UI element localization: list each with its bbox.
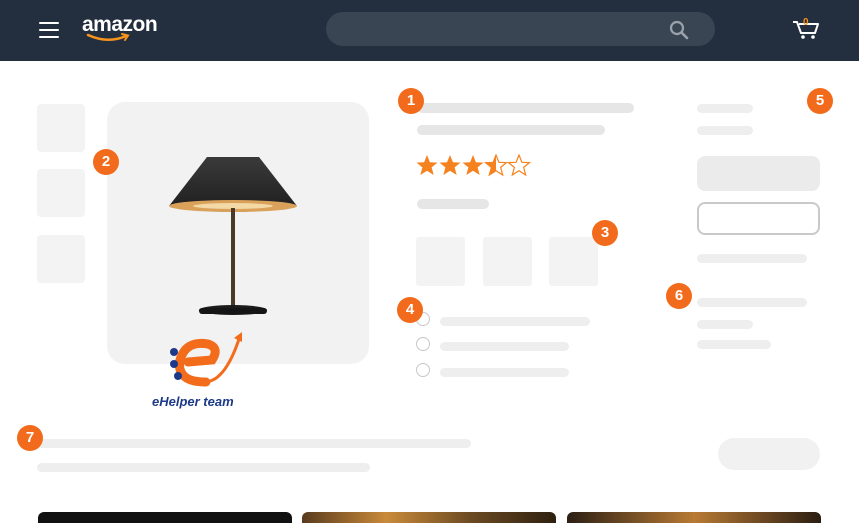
product-image[interactable] — [107, 102, 369, 364]
amazon-smile-icon — [86, 33, 130, 41]
option-radio-3[interactable] — [416, 363, 430, 377]
seller-line-3 — [697, 340, 771, 349]
buybox-line-2 — [697, 126, 753, 135]
menu-icon[interactable] — [39, 22, 59, 38]
price-line — [417, 199, 489, 209]
related-card-1[interactable] — [38, 512, 292, 523]
description-line-1 — [37, 439, 471, 448]
buy-now-button[interactable] — [697, 202, 820, 235]
star-icon-1 — [416, 155, 438, 175]
star-icon-2 — [439, 155, 461, 175]
see-more-button[interactable] — [718, 438, 820, 470]
option-label-1 — [440, 317, 590, 326]
related-card-3[interactable] — [567, 512, 821, 523]
add-to-cart-button[interactable] — [697, 156, 820, 191]
callout-badge-5: 5 — [807, 88, 833, 114]
callout-badge-7: 7 — [17, 425, 43, 451]
title-line-2 — [417, 125, 605, 135]
thumbnail-3[interactable] — [37, 235, 85, 283]
watermark-text: eHelper team — [152, 394, 234, 409]
ehelper-logo — [170, 332, 242, 387]
thumbnail-2[interactable] — [37, 169, 85, 217]
variant-swatch-3[interactable] — [549, 237, 598, 286]
star-icon-3 — [462, 155, 484, 175]
variant-swatch-2[interactable] — [483, 237, 532, 286]
description-line-2 — [37, 463, 370, 472]
seller-line-2 — [697, 320, 753, 329]
callout-badge-1: 1 — [398, 88, 424, 114]
variant-swatch-1[interactable] — [416, 237, 465, 286]
related-card-2[interactable] — [302, 512, 556, 523]
callout-badge-6: 6 — [666, 283, 692, 309]
option-label-3 — [440, 368, 569, 377]
search-input[interactable] — [326, 12, 715, 46]
top-nav-bar: amazon 0 — [0, 0, 859, 61]
buybox-line-3 — [697, 254, 807, 263]
title-line-1 — [417, 103, 634, 113]
rating-stars — [416, 154, 531, 176]
option-radio-2[interactable] — [416, 337, 430, 351]
table-lamp-icon — [169, 157, 297, 315]
buybox-line-1 — [697, 104, 753, 113]
search-icon[interactable] — [669, 20, 689, 40]
star-half-icon — [484, 154, 508, 176]
callout-badge-3: 3 — [592, 220, 618, 246]
callout-badge-4: 4 — [397, 297, 423, 323]
thumbnail-1[interactable] — [37, 104, 85, 152]
cart-count-badge: 0 — [803, 17, 809, 28]
star-empty-icon — [507, 154, 531, 176]
seller-line-1 — [697, 298, 807, 307]
callout-badge-2: 2 — [93, 149, 119, 175]
option-label-2 — [440, 342, 569, 351]
